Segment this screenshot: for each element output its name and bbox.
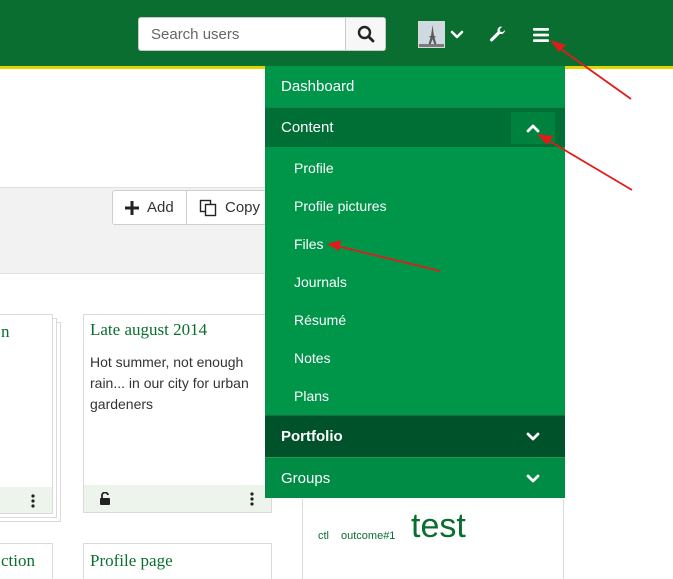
chevron-down-icon bbox=[526, 474, 540, 483]
more-options-icon[interactable] bbox=[31, 494, 35, 508]
tag-link[interactable]: test bbox=[411, 507, 466, 546]
menu-item-profile[interactable]: Profile bbox=[265, 149, 565, 187]
copy-button-label: Copy bbox=[225, 199, 261, 216]
menu-item-profile-pictures[interactable]: Profile pictures bbox=[265, 187, 565, 225]
collection-card-partial[interactable]: n bbox=[0, 314, 53, 514]
menu-item-label: Résumé bbox=[294, 312, 347, 328]
chevron-down-icon[interactable] bbox=[449, 27, 465, 43]
collection-card-partial[interactable]: ction bbox=[0, 543, 53, 579]
add-button-label: Add bbox=[147, 199, 174, 216]
menu-item-label: Journals bbox=[294, 274, 347, 290]
menu-item-label: Profile pictures bbox=[294, 198, 387, 214]
tag-link[interactable]: ctl bbox=[318, 530, 329, 542]
menu-item-dashboard[interactable]: Dashboard bbox=[265, 66, 565, 106]
card-footer bbox=[84, 485, 271, 512]
page-card[interactable]: Profile page bbox=[83, 543, 272, 579]
menu-item-groups[interactable]: Groups bbox=[265, 457, 565, 498]
wrench-icon[interactable] bbox=[487, 24, 507, 44]
content-collapse-toggle[interactable] bbox=[511, 112, 555, 144]
eiffel-tower-photo-icon bbox=[419, 22, 444, 47]
chevron-down-icon bbox=[526, 432, 540, 441]
search-icon bbox=[357, 25, 374, 43]
add-button[interactable]: Add bbox=[112, 190, 187, 225]
menu-item-content[interactable]: Content bbox=[265, 107, 565, 147]
card-title[interactable]: Profile page bbox=[90, 551, 173, 571]
menu-item-plans[interactable]: Plans bbox=[265, 377, 565, 415]
hamburger-menu-icon[interactable] bbox=[530, 25, 554, 45]
page-card[interactable]: Late august 2014 Hot summer, not enough … bbox=[83, 314, 272, 513]
plus-icon bbox=[125, 200, 139, 215]
card-title: n bbox=[1, 322, 10, 341]
copy-button[interactable]: Copy bbox=[187, 190, 267, 225]
menu-item-label: Profile bbox=[294, 160, 334, 176]
menu-item-label: Notes bbox=[294, 350, 331, 366]
page: Add Copy n Late august 2014 Hot summer, … bbox=[0, 0, 673, 579]
menu-item-label: Content bbox=[281, 119, 334, 136]
card-footer bbox=[0, 487, 52, 513]
menu-item-portfolio[interactable]: Portfolio bbox=[265, 415, 565, 457]
card-title[interactable]: Late august 2014 bbox=[90, 320, 207, 340]
search-users-box bbox=[138, 17, 386, 51]
groups-expand-toggle[interactable] bbox=[511, 463, 555, 495]
menu-item-label: Plans bbox=[294, 388, 330, 404]
copy-icon bbox=[199, 199, 217, 216]
search-users-input[interactable] bbox=[139, 18, 345, 50]
portfolio-expand-toggle[interactable] bbox=[511, 421, 555, 453]
menu-item-files[interactable]: Files bbox=[265, 225, 565, 263]
menu-item-label: Portfolio bbox=[281, 428, 343, 445]
chevron-up-icon bbox=[526, 124, 540, 133]
more-options-icon[interactable] bbox=[250, 492, 254, 506]
menu-item-label: Files bbox=[294, 236, 324, 252]
card-description: Hot summer, not enough rain... in our ci… bbox=[90, 354, 249, 412]
card-title: ction bbox=[1, 551, 35, 570]
search-button[interactable] bbox=[345, 18, 385, 50]
menu-item-label: Groups bbox=[281, 469, 331, 487]
main-nav-dropdown: Dashboard Content Profile Profile pictur… bbox=[265, 66, 565, 498]
tag-link[interactable]: outcome#1 bbox=[341, 530, 395, 542]
user-avatar[interactable] bbox=[418, 21, 445, 48]
menu-item-label: Dashboard bbox=[281, 77, 355, 95]
menu-item-notes[interactable]: Notes bbox=[265, 339, 565, 377]
unlocked-icon bbox=[100, 492, 110, 505]
menu-item-resume[interactable]: Résumé bbox=[265, 301, 565, 339]
menu-item-journals[interactable]: Journals bbox=[265, 263, 565, 301]
